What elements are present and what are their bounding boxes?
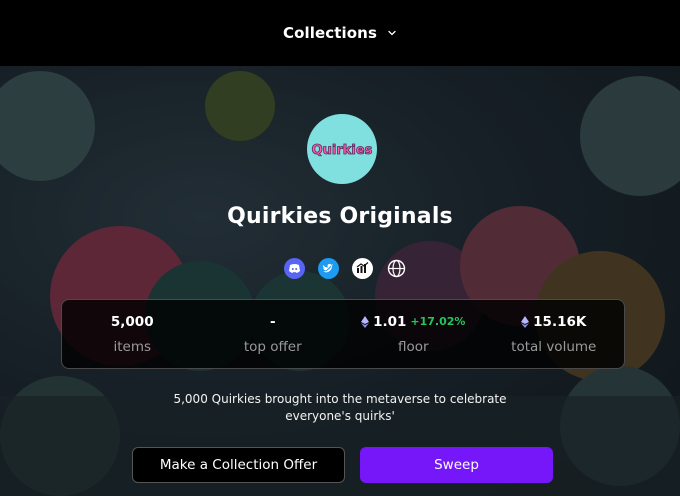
twitter-icon[interactable] [317, 257, 339, 279]
globe-icon[interactable] [386, 258, 407, 279]
collection-title: Quirkies Originals [227, 204, 453, 229]
items-value: 5,000 [110, 313, 154, 330]
collections-label: Collections [283, 24, 377, 42]
collection-hero: Quirkies Quirkies Originals 5,000 items … [0, 66, 680, 496]
sweep-button[interactable]: Sweep [360, 447, 553, 483]
top-bar: Collections [0, 0, 680, 66]
ethereum-icon [361, 315, 370, 328]
collection-stats: 5,000 items - top offer 1.01 +17.02% flo… [61, 299, 625, 369]
stat-total-volume: 15.16K total volume [484, 300, 625, 368]
make-collection-offer-button[interactable]: Make a Collection Offer [132, 447, 345, 483]
total-volume-value: 15.16K [533, 313, 587, 330]
total-volume-label: total volume [511, 338, 597, 355]
chevron-down-icon [387, 28, 397, 38]
ethereum-icon [521, 315, 530, 328]
top-offer-label: top offer [243, 338, 302, 355]
floor-value-row: 1.01 +17.02% [361, 314, 465, 330]
collection-avatar: Quirkies [307, 114, 377, 184]
collection-logo-text: Quirkies [312, 143, 373, 158]
discord-icon[interactable] [283, 257, 305, 279]
top-offer-value: - [269, 313, 276, 330]
floor-label: floor [397, 338, 429, 355]
floor-change: +17.02% [410, 315, 466, 328]
stat-floor: 1.01 +17.02% floor [343, 300, 484, 368]
collections-dropdown[interactable]: Collections [283, 24, 397, 42]
social-links [280, 257, 410, 279]
volume-value-row: 15.16K [521, 314, 586, 330]
collection-description: 5,000 Quirkies brought into the metavers… [173, 392, 507, 423]
floor-value: 1.01 [373, 313, 407, 330]
stat-items: 5,000 items [62, 300, 203, 368]
action-buttons: Make a Collection Offer Sweep [132, 447, 553, 483]
stat-top-offer: - top offer [203, 300, 344, 368]
items-label: items [113, 338, 152, 355]
stats-chart-icon[interactable] [351, 257, 373, 279]
